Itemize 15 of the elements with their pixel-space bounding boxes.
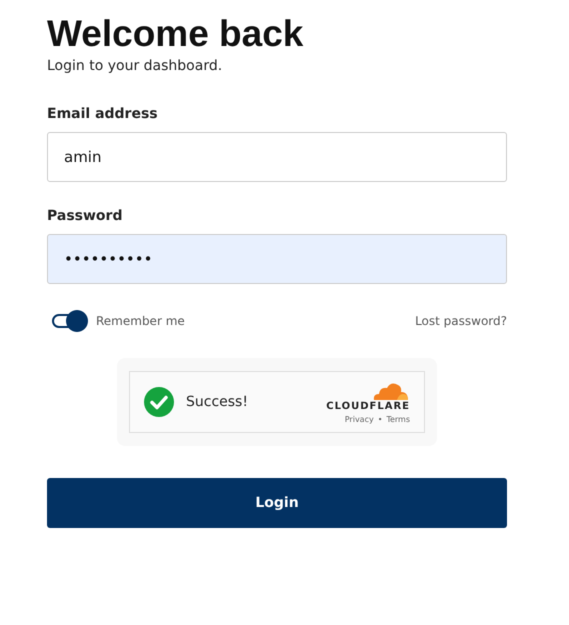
terms-link[interactable]: Terms [386, 414, 410, 424]
input-field[interactable]: •••••••••• [47, 234, 507, 284]
field-label: Password [47, 208, 124, 224]
captcha-status: Success! [186, 394, 249, 410]
page-subtitle: Login to your dashboard. [47, 58, 224, 74]
lost-password-link[interactable]: Lost password? [415, 314, 507, 328]
login-button[interactable]: Login [47, 478, 507, 528]
field-label: Email address [47, 106, 159, 122]
success-check-icon [144, 387, 174, 417]
link-separator: • [378, 414, 382, 424]
input-field[interactable]: amin [47, 132, 507, 182]
toggle-label: Remember me [96, 314, 185, 328]
privacy-link[interactable]: Privacy [344, 414, 374, 424]
page-title: Welcome back [47, 12, 304, 56]
brand-wordmark: CLOUDFLARE [326, 400, 410, 412]
